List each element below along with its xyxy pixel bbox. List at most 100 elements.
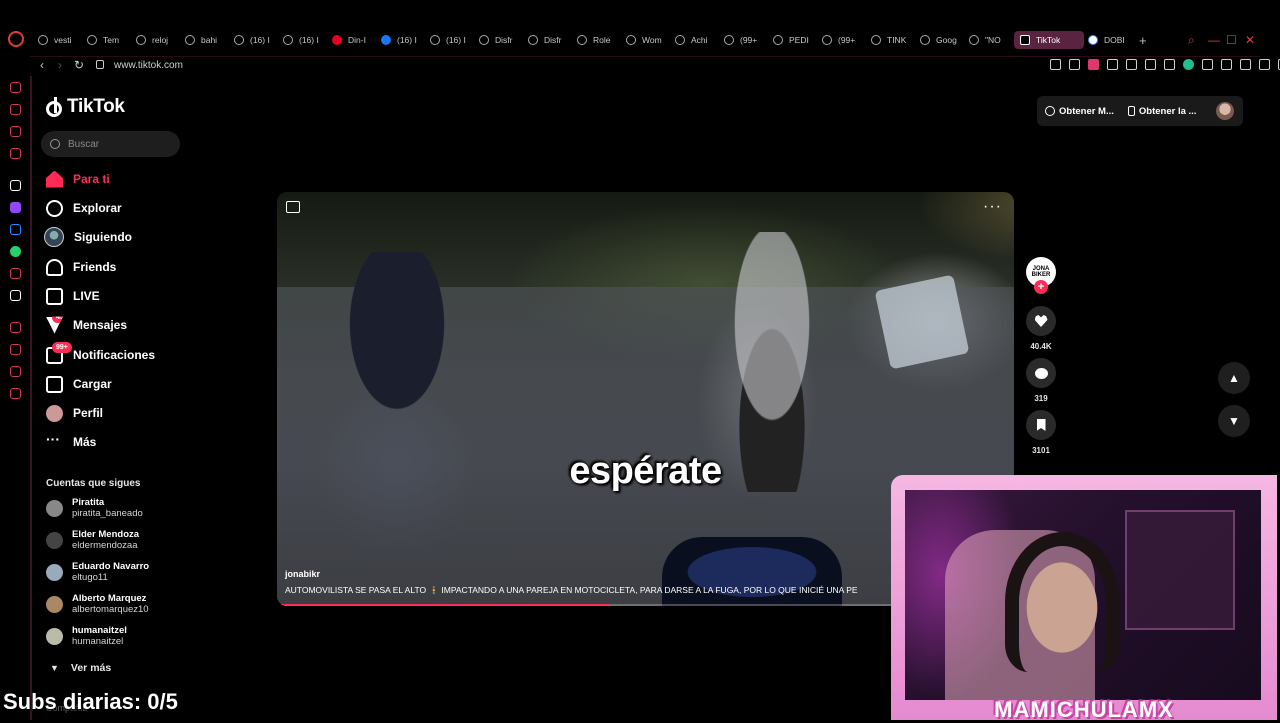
browser-tab[interactable]: Tem xyxy=(83,31,132,49)
url-field[interactable]: www.tiktok.com xyxy=(114,60,183,71)
browser-tab[interactable]: "NO xyxy=(965,31,1014,49)
next-video-button[interactable]: ▼ xyxy=(1218,405,1250,437)
browser-tab[interactable]: (16) I xyxy=(377,31,426,49)
search-input[interactable] xyxy=(68,138,168,150)
account-icon[interactable] xyxy=(1202,59,1213,70)
clock-icon[interactable] xyxy=(10,344,21,355)
comment-button[interactable] xyxy=(1026,358,1056,388)
bookmark-icon xyxy=(1036,419,1046,431)
new-tab-button[interactable]: + xyxy=(1139,33,1147,48)
bookmarks-icon[interactable] xyxy=(10,104,21,115)
instagram-icon[interactable] xyxy=(10,268,21,279)
opera-logo-icon[interactable] xyxy=(8,31,24,47)
browser-tab-label: TINK xyxy=(887,35,907,45)
browser-tab[interactable]: (16) I xyxy=(426,31,475,49)
reload-icon[interactable]: ↻ xyxy=(74,58,84,72)
vpn-icon[interactable] xyxy=(1164,59,1175,70)
get-app-button[interactable]: Obtener la ... xyxy=(1127,106,1196,117)
pinboard-icon[interactable] xyxy=(10,126,21,137)
tiktok-logo[interactable]: TikTok xyxy=(46,96,125,118)
like-button[interactable] xyxy=(1026,306,1056,336)
sidebar-item-label: Cargar xyxy=(73,377,112,391)
tab-search-icon[interactable]: ⌕ xyxy=(1188,33,1195,48)
sidebar-item-live[interactable]: LIVE xyxy=(46,285,100,307)
browser-tab-label: Disfr xyxy=(544,35,562,45)
sidebar-item-siguiendo[interactable]: Siguiendo xyxy=(44,226,132,248)
browser-tab[interactable]: PEDI xyxy=(769,31,818,49)
browser-tab-active[interactable]: TikTok xyxy=(1014,31,1084,49)
browser-tab[interactable]: bahi xyxy=(181,31,230,49)
twitch-icon[interactable] xyxy=(10,202,21,213)
x-icon[interactable] xyxy=(10,290,21,301)
maximize-icon[interactable]: ☐ xyxy=(1226,33,1237,47)
minimize-icon[interactable]: — xyxy=(1208,33,1220,47)
volume-icon[interactable] xyxy=(286,201,300,213)
browser-tab[interactable]: (16) I xyxy=(230,31,279,49)
sidebar-item-para-ti[interactable]: Para ti xyxy=(46,168,110,190)
whatsapp-icon[interactable] xyxy=(10,246,21,257)
browser-tab-label: (16) I xyxy=(397,35,417,45)
followed-account[interactable]: Piratita piratita_baneado xyxy=(46,497,143,519)
sidebar-item-notificaciones[interactable]: 99+ Notificaciones xyxy=(46,341,155,366)
more-options-icon[interactable]: ··· xyxy=(983,198,1002,216)
pin-icon[interactable] xyxy=(1050,59,1061,70)
browser-tab[interactable]: Achi xyxy=(671,31,720,49)
browser-tab[interactable]: (16) I xyxy=(279,31,328,49)
previous-video-button[interactable]: ▲ xyxy=(1218,362,1250,394)
download-icon[interactable] xyxy=(1259,59,1270,70)
browser-tab-label: bahi xyxy=(201,35,218,45)
forward-icon[interactable]: › xyxy=(58,58,62,72)
browser-tab[interactable]: (99+ xyxy=(818,31,867,49)
browser-tab[interactable]: (99+ xyxy=(720,31,769,49)
browser-tab[interactable]: reloj xyxy=(132,31,181,49)
extension-toolbar xyxy=(1050,59,1280,70)
page-edge xyxy=(30,76,32,720)
search-box[interactable] xyxy=(41,131,180,157)
browser-tab[interactable]: Disfr xyxy=(475,31,524,49)
browser-tab-label: "NO xyxy=(985,35,1001,45)
grammar-extension-icon[interactable] xyxy=(1183,59,1194,70)
shield-icon[interactable] xyxy=(1088,59,1099,70)
browser-tab[interactable]: Goog xyxy=(916,31,965,49)
extensions-sidebar-icon[interactable] xyxy=(10,366,21,377)
sidebar-item-m-s[interactable]: Más xyxy=(46,431,96,453)
wallet-icon[interactable] xyxy=(1221,59,1232,70)
followed-account[interactable]: Alberto Marquez albertomarquez10 xyxy=(46,593,149,615)
followed-account[interactable]: Elder Mendoza eldermendozaa xyxy=(46,529,139,551)
browser-tab[interactable]: Wom xyxy=(622,31,671,49)
followed-account[interactable]: Eduardo Navarro eltugo11 xyxy=(46,561,149,583)
sidebar-item-label: Siguiendo xyxy=(74,230,132,244)
settings-icon[interactable] xyxy=(10,388,21,399)
sidebar-item-cargar[interactable]: Cargar xyxy=(46,373,112,395)
browser-tab[interactable]: Disfr xyxy=(524,31,573,49)
browser-tab[interactable]: vesti xyxy=(34,31,83,49)
followed-account[interactable]: humanaitzel humanaitzel xyxy=(46,625,127,647)
sidebar-item-perfil[interactable]: Perfil xyxy=(46,402,103,424)
translate-icon[interactable] xyxy=(1107,59,1118,70)
globe-icon xyxy=(675,35,685,45)
sidebar-item-explorar[interactable]: Explorar xyxy=(46,197,122,219)
browser-tab[interactable]: TINK xyxy=(867,31,916,49)
sidebar-item-mensajes[interactable]: 45 Mensajes xyxy=(46,314,127,336)
send-icon[interactable] xyxy=(1126,59,1137,70)
see-more-link[interactable]: ▼ Ver más xyxy=(50,662,111,674)
sidebar-item-friends[interactable]: Friends xyxy=(46,256,116,278)
user-avatar[interactable] xyxy=(1216,102,1235,120)
player-icon[interactable] xyxy=(10,322,21,333)
heart-icon[interactable] xyxy=(1145,59,1156,70)
close-window-icon[interactable]: ✕ xyxy=(1245,33,1255,47)
back-icon[interactable]: ‹ xyxy=(40,58,44,72)
follow-button[interactable]: + xyxy=(1034,280,1048,294)
browser-tab[interactable]: DOBI xyxy=(1084,31,1133,49)
save-button[interactable] xyxy=(1026,410,1056,440)
browser-tab[interactable]: Din-I xyxy=(328,31,377,49)
get-coins-button[interactable]: Obtener M... xyxy=(1045,106,1114,117)
video-author[interactable]: jonabikr xyxy=(285,569,320,579)
browser-tab[interactable]: Role xyxy=(573,31,622,49)
messenger-icon[interactable] xyxy=(10,224,21,235)
mail-icon[interactable] xyxy=(10,148,21,159)
aria-icon[interactable] xyxy=(10,180,21,191)
snapshot-icon[interactable] xyxy=(1069,59,1080,70)
history-icon[interactable] xyxy=(10,82,21,93)
extensions-icon[interactable] xyxy=(1240,59,1251,70)
